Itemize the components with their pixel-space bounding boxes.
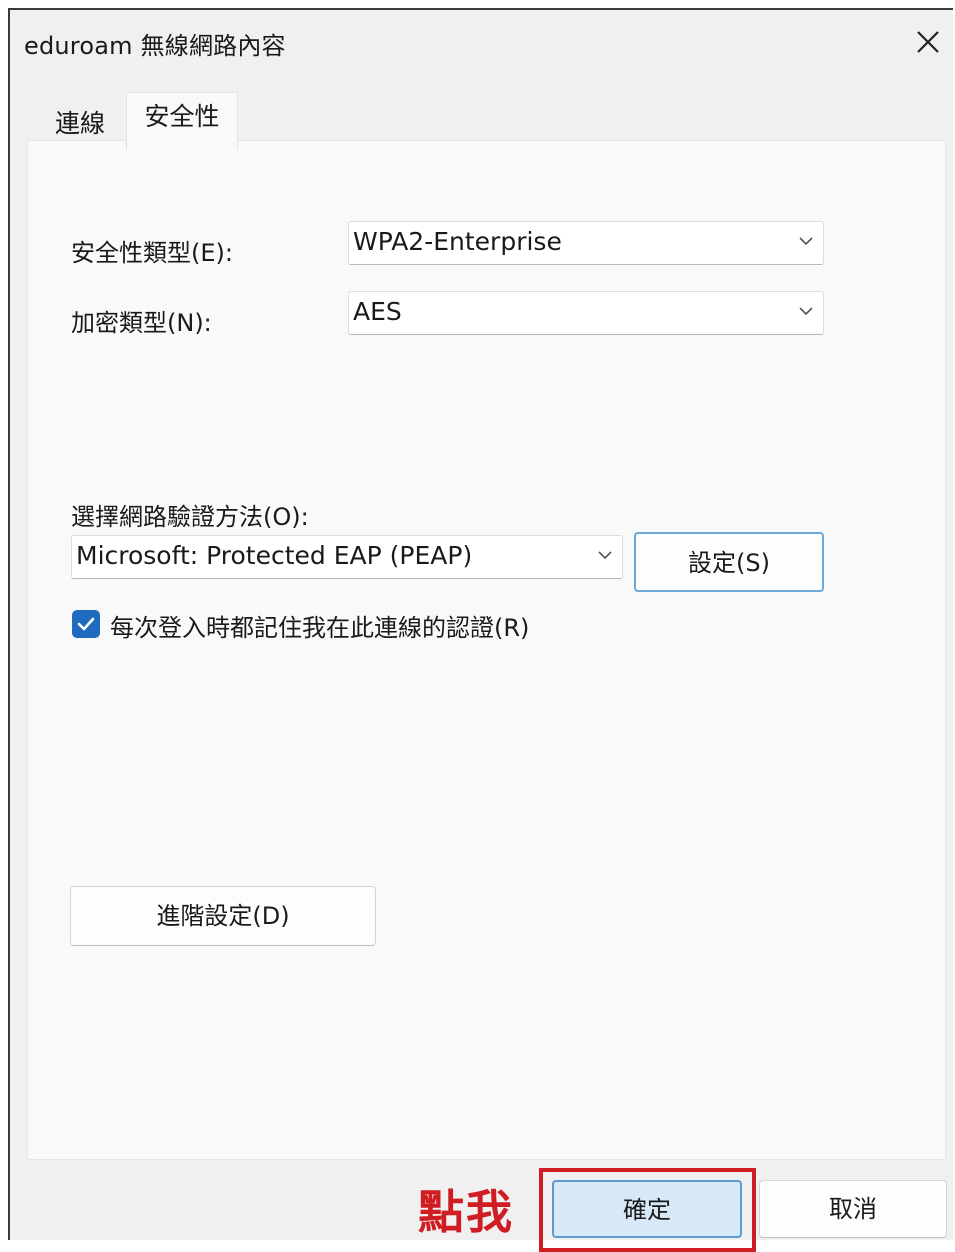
cancel-button[interactable]: 取消: [759, 1180, 947, 1238]
remember-credentials-checkbox[interactable]: [72, 610, 100, 638]
auth-method-select[interactable]: Microsoft: Protected EAP (PEAP): [71, 535, 623, 579]
encryption-type-select[interactable]: AES: [348, 291, 824, 335]
click-me-annotation: 點我: [418, 1185, 514, 1239]
auth-method-value: Microsoft: Protected EAP (PEAP): [76, 541, 473, 570]
tab-connection[interactable]: 連線: [32, 92, 128, 142]
encryption-type-value: AES: [353, 297, 402, 326]
dialog-window: eduroam 無線網路內容 連線 安全性 安全性類型(E): WPA2-Ent…: [8, 8, 953, 1252]
auth-method-label: 選擇網路驗證方法(O):: [71, 503, 309, 531]
security-type-value: WPA2-Enterprise: [353, 227, 562, 256]
window-title: eduroam 無線網路內容: [24, 32, 286, 60]
ok-button[interactable]: 確定: [552, 1180, 742, 1238]
tab-security[interactable]: 安全性: [126, 92, 238, 150]
settings-button[interactable]: 設定(S): [634, 532, 824, 592]
chevron-down-icon: [799, 307, 813, 316]
checkmark-icon: [77, 617, 95, 631]
remember-credentials-label: 每次登入時都記住我在此連線的認證(R): [110, 614, 530, 642]
security-type-select[interactable]: WPA2-Enterprise: [348, 221, 824, 265]
security-panel: 安全性類型(E): WPA2-Enterprise 加密類型(N): AES 選…: [27, 140, 946, 1160]
close-icon[interactable]: [910, 24, 946, 60]
chevron-down-icon: [799, 237, 813, 246]
chevron-down-icon: [598, 551, 612, 560]
encryption-type-label: 加密類型(N):: [71, 309, 212, 337]
advanced-settings-button[interactable]: 進階設定(D): [70, 886, 376, 946]
security-type-label: 安全性類型(E):: [71, 239, 233, 267]
